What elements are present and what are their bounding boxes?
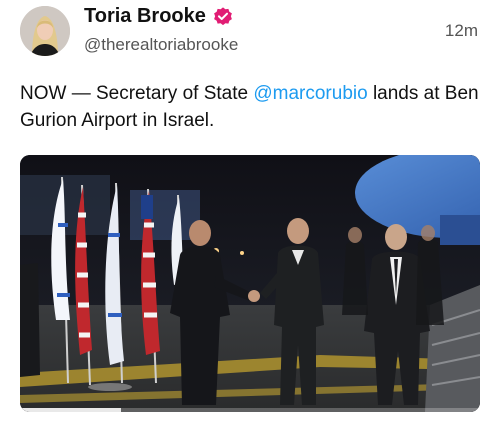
author-handle[interactable]: @therealtoriabrooke bbox=[84, 35, 238, 55]
video-progress-bar[interactable] bbox=[20, 408, 480, 412]
video-frame bbox=[20, 155, 480, 412]
video-player[interactable] bbox=[20, 155, 480, 412]
mention-link[interactable]: @marcorubio bbox=[253, 83, 367, 104]
post-text: NOW — Secretary of State @marcorubio lan… bbox=[20, 80, 480, 134]
author-avatar[interactable] bbox=[20, 6, 70, 56]
author-name-row[interactable]: Toria Brooke bbox=[84, 5, 234, 28]
video-progress-fill bbox=[20, 408, 122, 412]
avatar-image bbox=[20, 6, 70, 56]
post-text-start: NOW — Secretary of State bbox=[20, 83, 254, 104]
verified-badge-icon bbox=[213, 6, 232, 25]
post-timestamp[interactable]: 12m bbox=[445, 21, 478, 41]
author-display-name[interactable]: Toria Brooke bbox=[84, 5, 206, 28]
